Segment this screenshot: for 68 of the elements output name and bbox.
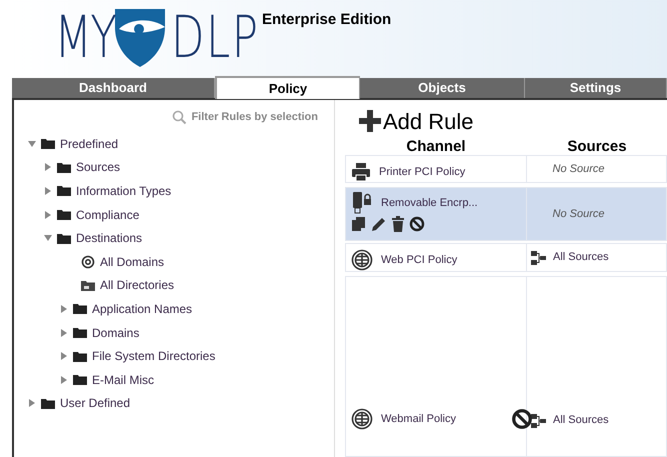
source-text: No Source xyxy=(552,206,604,222)
tree-item[interactable]: File System Directories xyxy=(92,347,216,366)
tree-item[interactable]: Domains xyxy=(92,324,140,342)
tree-item[interactable]: Destinations xyxy=(76,229,142,248)
expand-arrow-icon[interactable] xyxy=(60,352,68,360)
rule-name[interactable]: Printer PCI Policy xyxy=(379,164,466,180)
expand-arrow-icon[interactable] xyxy=(60,304,68,313)
filter-label[interactable]: Filter Rules by selection xyxy=(191,108,318,126)
add-rule-button[interactable]: Add Rule xyxy=(359,108,474,134)
network-icon xyxy=(531,414,547,428)
tree-item[interactable]: User Defined xyxy=(60,394,130,412)
logo-text: MY xyxy=(54,8,116,66)
table-row[interactable]: Webmail Policy All Sources xyxy=(345,276,667,457)
logo-text: DLP xyxy=(171,8,260,66)
table-row[interactable]: Printer PCI Policy No Source xyxy=(345,155,667,183)
expand-arrow-icon[interactable] xyxy=(44,210,52,219)
printer-icon xyxy=(351,162,371,182)
tab[interactable]: Settings xyxy=(525,78,667,98)
tree-item[interactable]: Sources xyxy=(76,158,120,176)
tree-item[interactable]: All Domains xyxy=(100,252,164,271)
network-icon xyxy=(531,250,547,264)
globe-icon xyxy=(351,408,373,430)
source-text: All Sources xyxy=(553,250,609,266)
tree-item[interactable]: All Directories xyxy=(100,276,174,294)
tab[interactable]: Policy xyxy=(215,76,360,99)
folder-icon xyxy=(57,185,71,196)
folder-icon xyxy=(41,138,55,150)
expand-arrow-icon[interactable] xyxy=(60,376,68,384)
folder-icon xyxy=(73,327,87,338)
folder-icon xyxy=(57,209,71,220)
rule-name[interactable]: Removable Encrp... xyxy=(381,194,478,212)
tree-item[interactable]: Compliance xyxy=(76,206,140,224)
tab[interactable]: Dashboard xyxy=(12,78,215,98)
collapse-arrow-icon[interactable] xyxy=(28,140,36,148)
source-text: No Source xyxy=(552,162,604,177)
search-icon[interactable] xyxy=(172,110,188,124)
expand-arrow-icon[interactable] xyxy=(28,399,36,408)
tree-item[interactable]: Predefined xyxy=(60,134,118,153)
delete-icon[interactable] xyxy=(391,216,405,232)
usb-drive-lock-icon xyxy=(351,191,373,215)
rule-name[interactable]: Webmail Policy xyxy=(381,410,456,428)
folder-icon xyxy=(57,162,71,173)
tree-item[interactable]: Information Types xyxy=(76,182,172,200)
plus-icon xyxy=(359,110,381,132)
globe-icon xyxy=(351,249,373,271)
collapse-arrow-icon[interactable] xyxy=(44,234,52,242)
expand-arrow-icon[interactable] xyxy=(44,186,52,195)
copy-icon[interactable] xyxy=(351,216,367,232)
expand-arrow-icon[interactable] xyxy=(60,328,68,337)
folder-icon xyxy=(73,374,87,386)
column-header: Channel xyxy=(405,137,467,154)
table-row[interactable]: Removable Encrp... No Source xyxy=(345,187,667,241)
folder-icon xyxy=(73,350,87,362)
expand-arrow-icon[interactable] xyxy=(44,163,52,172)
column-header: Sources xyxy=(566,137,628,154)
edit-icon[interactable] xyxy=(371,216,387,232)
folder-icon xyxy=(73,303,87,314)
drive-icon xyxy=(81,280,95,291)
tree-item[interactable]: E-Mail Misc xyxy=(92,370,154,389)
table-row[interactable]: Web PCI Policy All Sources xyxy=(345,243,667,272)
folder-icon xyxy=(57,232,71,244)
tree-item[interactable]: Application Names xyxy=(92,300,192,318)
tab[interactable]: Objects xyxy=(360,78,525,98)
block-icon[interactable] xyxy=(409,216,425,232)
edition-label: Enterprise Edition xyxy=(262,10,392,30)
source-text: All Sources xyxy=(553,412,609,428)
folder-icon xyxy=(41,398,55,409)
rule-name[interactable]: Web PCI Policy xyxy=(381,252,458,268)
